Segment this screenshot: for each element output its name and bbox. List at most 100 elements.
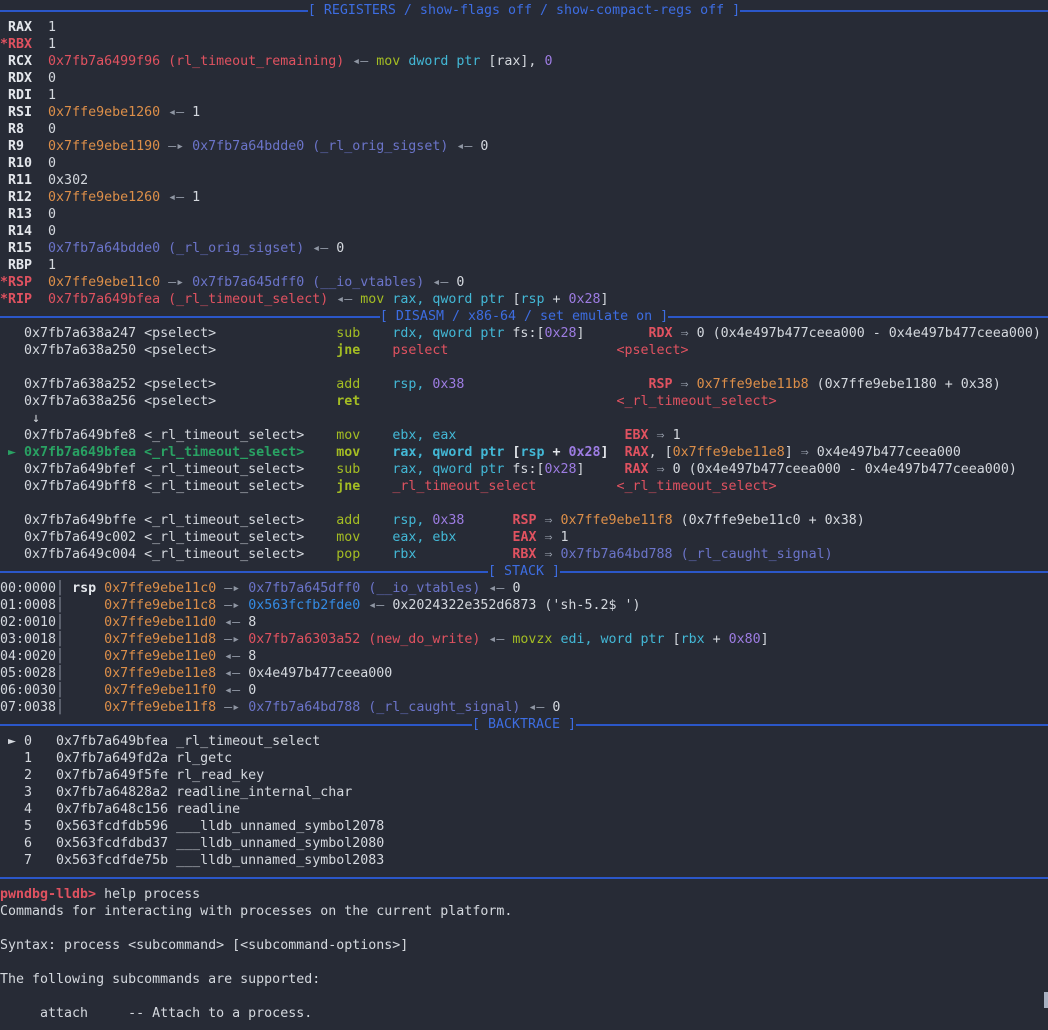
text-segment: , [: [649, 445, 673, 460]
text-segment: 6 0x563fcdfdbd37 ___lldb_unnamed_symbol2…: [0, 836, 384, 851]
text-segment: [536, 479, 616, 494]
text-segment: 0x7fb7a64bdde0 (_rl_orig_sigset): [192, 139, 448, 154]
text-segment: 1: [192, 105, 200, 120]
text-segment: 1: [48, 20, 56, 35]
text-segment: edi,: [560, 632, 592, 647]
text-segment: 1: [48, 88, 56, 103]
text-segment: │: [56, 615, 64, 630]
divider-line: [0, 563, 488, 573]
text-segment: RBX: [512, 547, 536, 562]
text-segment: 0: [48, 207, 56, 222]
console-line: [0, 920, 1048, 937]
text-segment: mov: [336, 445, 360, 460]
text-segment: qword ptr: [432, 292, 504, 307]
text-segment: 0x2024322e352d6873 ('sh-5.2$ '): [392, 598, 640, 613]
text-segment: add: [336, 377, 360, 392]
text-segment: The following subcommands are supported:: [0, 972, 320, 987]
text-segment: 07:0038: [0, 700, 56, 715]
backtrace-line: 5 0x563fcdfdb596 ___lldb_unnamed_symbol2…: [0, 818, 1048, 835]
text-segment: 0x7fb7a64bdde0 (_rl_orig_sigset): [48, 241, 304, 256]
text-segment: rsp,: [392, 377, 424, 392]
text-segment: ]: [601, 292, 609, 307]
stack-line: 07:0038│ 0x7ffe9ebe11f8 —▸ 0x7fb7a64bd78…: [0, 699, 1048, 716]
text-segment: movzx: [512, 632, 552, 647]
disasm-line: 0x7fb7a649c002 <_rl_timeout_select> mov …: [0, 529, 1048, 546]
text-segment: [360, 394, 616, 409]
text-segment: <_rl_timeout_select>: [616, 394, 776, 409]
text-segment: *RSP: [0, 275, 48, 290]
text-segment: R12: [0, 190, 48, 205]
text-segment: 0: [48, 71, 56, 86]
disasm-line: ► 0x7fb7a649bfea <_rl_timeout_select> mo…: [0, 444, 1048, 461]
text-segment: 5 0x563fcdfdb596 ___lldb_unnamed_symbol2…: [0, 819, 384, 834]
text-segment: qword ptr: [432, 326, 504, 341]
text-segment: 7 0x563fcdfde75b ___lldb_unnamed_symbol2…: [0, 853, 384, 868]
text-segment: ◂—: [448, 139, 480, 154]
command-prompt-line[interactable]: pwndbg-lldb> help process: [0, 886, 1048, 903]
text-segment: [64, 598, 104, 613]
text-segment: 0x563fcfb2fde0: [248, 598, 360, 613]
text-segment: 1: [561, 530, 569, 545]
text-segment: ]: [576, 462, 584, 477]
text-segment: +: [544, 292, 568, 307]
text-segment: ⇒: [536, 530, 560, 545]
text-segment: 0x7fb7a64bd788 (_rl_caught_signal): [248, 700, 520, 715]
text-segment: ◂—: [160, 105, 192, 120]
section-title-backtrace: [ BACKTRACE ]: [472, 716, 576, 733]
text-segment: 1 0x7fb7a649fd2a rl_getc: [0, 751, 232, 766]
text-segment: ⇒: [793, 445, 817, 460]
scrollbar-thumb[interactable]: [1044, 992, 1048, 1008]
text-segment: ⇒: [536, 513, 560, 528]
text-segment: ◂—: [216, 615, 248, 630]
text-segment: 0 (0x4e497b477ceea000 - 0x4e497b477ceea0…: [697, 326, 1041, 341]
text-segment: [360, 326, 392, 341]
text-segment: RSP: [512, 513, 536, 528]
registers-line: R13 0: [0, 206, 1048, 223]
divider-line: [0, 308, 380, 318]
disasm-line: [0, 359, 1048, 376]
section-header-stack: [ STACK ]: [0, 563, 1048, 580]
text-segment: ◂—: [344, 54, 376, 69]
text-segment: [585, 326, 649, 341]
disasm-line: 0x7fb7a638a252 <pselect> add rsp, 0x38 R…: [0, 376, 1048, 393]
terminal-output: [ REGISTERS / show-flags off / show-comp…: [0, 2, 1048, 1022]
text-segment: rsp: [520, 292, 544, 307]
text-segment: ]: [761, 632, 769, 647]
text-segment: 01:0008: [0, 598, 56, 613]
registers-line: R9 0x7ffe9ebe1190 —▸ 0x7fb7a64bdde0 (_rl…: [0, 138, 1048, 155]
text-segment: rsp: [520, 445, 544, 460]
text-segment: [216, 377, 336, 392]
text-segment: 0x7fb7a649bff8 <_rl_timeout_select>: [0, 479, 304, 494]
text-segment: 0x7ffe9ebe11c0: [48, 275, 160, 290]
backtrace-line: ► 0 0x7fb7a649bfea _rl_timeout_select: [0, 733, 1048, 750]
text-segment: │: [56, 649, 64, 664]
text-segment: [464, 377, 648, 392]
disasm-line: [0, 495, 1048, 512]
text-segment: pwndbg-lldb>: [0, 887, 96, 902]
text-segment: 0x28: [569, 445, 601, 460]
text-segment: RBP: [0, 258, 48, 273]
text-segment: 0: [544, 54, 552, 69]
text-segment: rax,: [392, 445, 424, 460]
registers-line: R14 0: [0, 223, 1048, 240]
text-segment: 0x7fb7a649bfe8 <_rl_timeout_select>: [0, 428, 304, 443]
disasm-line: 0x7fb7a638a247 <pselect> sub rdx, qword …: [0, 325, 1048, 342]
registers-line: RBP 1: [0, 257, 1048, 274]
text-segment: ]: [601, 445, 609, 460]
text-segment: fs:[: [504, 326, 544, 341]
text-segment: 0: [336, 241, 344, 256]
text-segment: RDX: [649, 326, 673, 341]
text-segment: *RBX: [0, 37, 48, 52]
text-segment: word ptr: [601, 632, 665, 647]
text-segment: [216, 343, 336, 358]
stack-line: 02:0010│ 0x7ffe9ebe11d0 ◂— 8: [0, 614, 1048, 631]
text-segment: 0x4e497b477ceea000: [817, 445, 961, 460]
text-segment: RAX: [0, 20, 48, 35]
text-segment: [360, 479, 392, 494]
text-segment: R8: [0, 122, 48, 137]
text-segment: 1: [192, 190, 200, 205]
text-segment: RAX: [625, 462, 649, 477]
text-segment: [360, 462, 392, 477]
text-segment: │: [56, 598, 64, 613]
text-segment: 0x38: [432, 513, 464, 528]
